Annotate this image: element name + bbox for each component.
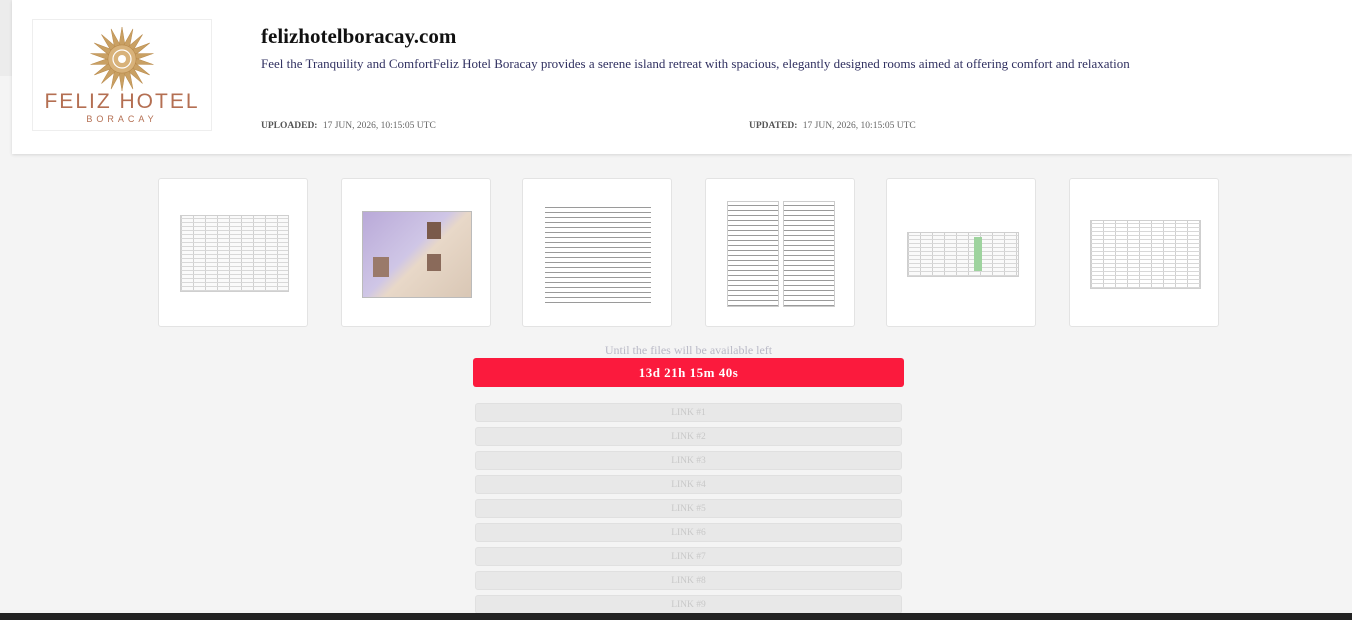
uploaded-value: 17 JUN, 2026, 10:15:05 UTC [322, 121, 436, 131]
link-button-3[interactable]: LINK #3 [475, 451, 902, 470]
financial-table-preview [1090, 220, 1201, 289]
logo-main-text: FELIZ HOTEL [44, 90, 200, 113]
updated-meta: UPDATED: 17 JUN, 2026, 10:15:05 UTC [749, 121, 916, 131]
receipt-preview-right [783, 201, 835, 307]
receipt-preview-left [727, 201, 779, 307]
logo-sub-text: BORACAY [86, 114, 158, 124]
updated-label: UPDATED: [749, 121, 798, 131]
link-button-2[interactable]: LINK #2 [475, 427, 902, 446]
file-thumbnail-6[interactable] [1069, 178, 1219, 327]
link-button-6[interactable]: LINK #6 [475, 523, 902, 542]
file-thumbnail-3[interactable] [522, 178, 672, 327]
links-list: LINK #1 LINK #2 LINK #3 LINK #4 LINK #5 … [475, 403, 902, 619]
hotel-logo: FELIZ HOTEL BORACAY [32, 19, 212, 131]
link-button-1[interactable]: LINK #1 [475, 403, 902, 422]
site-description: Feel the Tranquility and ComfortFeliz Ho… [261, 56, 1130, 71]
link-button-8[interactable]: LINK #8 [475, 571, 902, 590]
file-thumbnail-4[interactable] [705, 178, 855, 327]
sun-emblem-icon [90, 26, 154, 92]
file-thumbnail-5[interactable] [886, 178, 1036, 327]
left-edge-strip [0, 0, 12, 76]
uploaded-meta: UPLOADED: 17 JUN, 2026, 10:15:05 UTC [261, 121, 436, 131]
link-button-5[interactable]: LINK #5 [475, 499, 902, 518]
file-thumbnail-2[interactable] [341, 178, 491, 327]
site-title: felizhotelboracay.com [261, 24, 457, 48]
link-button-9[interactable]: LINK #9 [475, 595, 902, 614]
document-preview [545, 205, 651, 303]
countdown-timer: 13d 21h 15m 40s [473, 358, 904, 387]
uploaded-label: UPLOADED: [261, 121, 318, 131]
spreadsheet-preview [180, 215, 289, 292]
link-button-4[interactable]: LINK #4 [475, 475, 902, 494]
bottom-edge-bar [0, 613, 1352, 620]
updated-value: 17 JUN, 2026, 10:15:05 UTC [802, 121, 916, 131]
spreadsheet-preview [907, 232, 1019, 277]
link-button-7[interactable]: LINK #7 [475, 547, 902, 566]
passport-preview [362, 211, 472, 298]
countdown-label: Until the files will be available left [604, 343, 773, 357]
header-card: FELIZ HOTEL BORACAY felizhotelboracay.co… [12, 0, 1352, 154]
file-thumbnail-1[interactable] [158, 178, 308, 327]
